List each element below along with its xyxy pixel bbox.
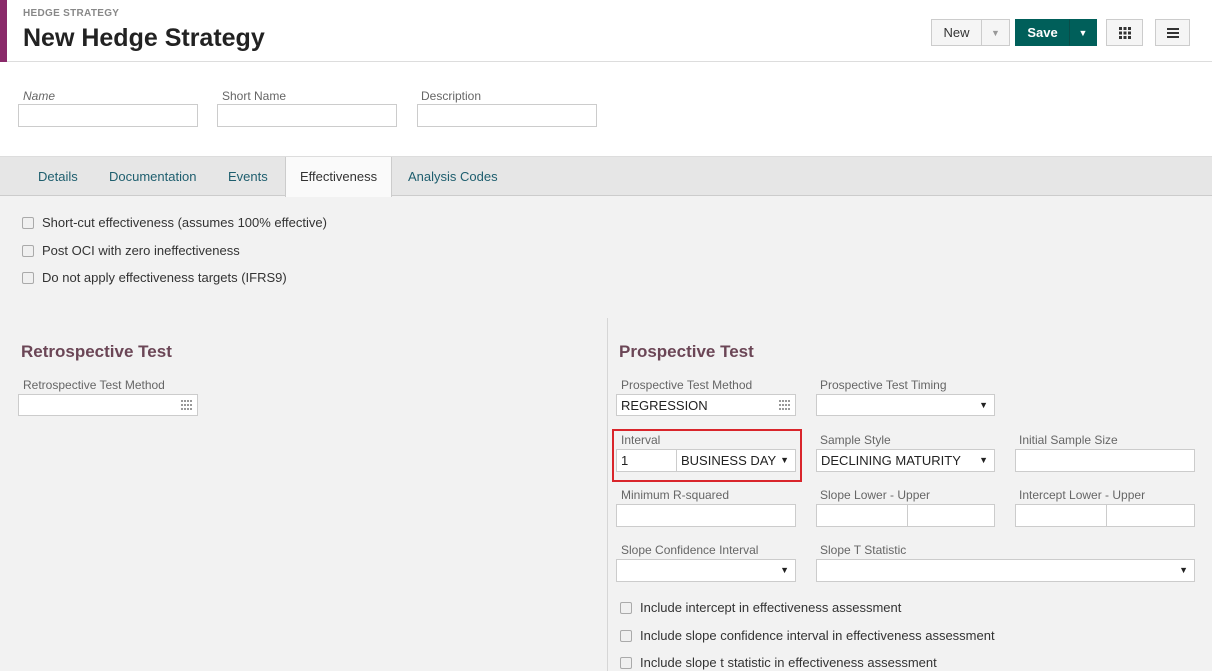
initial-sample-input[interactable] xyxy=(1015,449,1195,472)
slope-upper-input[interactable] xyxy=(907,504,995,527)
picker-value: REGRESSION xyxy=(621,397,708,413)
caret-down-icon: ▼ xyxy=(991,27,1000,38)
checkbox-label: Short-cut effectiveness (assumes 100% ef… xyxy=(42,215,327,230)
page-title: New Hedge Strategy xyxy=(23,24,265,52)
prospective-method-label: Prospective Test Method xyxy=(621,378,753,392)
no-targets-option[interactable]: Do not apply effectiveness targets (IFRS… xyxy=(22,270,287,285)
save-dropdown-button[interactable]: ▼ xyxy=(1069,19,1097,46)
tab-documentation[interactable]: Documentation xyxy=(109,157,196,197)
breadcrumb: HEDGE STRATEGY xyxy=(23,8,120,19)
page-header: HEDGE STRATEGY New Hedge Strategy New ▼ … xyxy=(0,0,1212,62)
dropdown-arrow-icon: ▼ xyxy=(1179,565,1188,575)
shortcut-effectiveness-option[interactable]: Short-cut effectiveness (assumes 100% ef… xyxy=(22,215,327,230)
hamburger-icon xyxy=(1166,27,1179,38)
intercept-upper-input[interactable] xyxy=(1106,504,1195,527)
checkbox-label: Post OCI with zero ineffectiveness xyxy=(42,243,240,258)
checkbox[interactable] xyxy=(620,629,632,642)
include-slope-ci-option[interactable]: Include slope confidence interval in eff… xyxy=(620,628,995,643)
grid-icon xyxy=(1118,26,1131,39)
include-intercept-option[interactable]: Include intercept in effectiveness asses… xyxy=(620,600,901,615)
checkbox[interactable] xyxy=(22,244,34,257)
short-name-label: Short Name xyxy=(222,89,287,103)
slope-t-select[interactable]: ▼ xyxy=(816,559,1195,582)
slope-ci-label: Slope Confidence Interval xyxy=(621,543,759,557)
menu-button[interactable] xyxy=(1155,19,1190,46)
tab-effectiveness[interactable]: Effectiveness xyxy=(285,157,393,197)
prospective-timing-select[interactable]: ▼ xyxy=(816,394,995,416)
checkbox-label: Include slope t statistic in effectivene… xyxy=(640,655,937,670)
new-button[interactable]: New xyxy=(931,19,981,46)
intercept-lower-input[interactable] xyxy=(1015,504,1107,527)
include-slope-t-option[interactable]: Include slope t statistic in effectivene… xyxy=(620,655,937,670)
sample-style-label: Sample Style xyxy=(820,433,891,447)
retrospective-title: Retrospective Test xyxy=(21,342,172,361)
initial-sample-label: Initial Sample Size xyxy=(1019,433,1118,447)
tab-events[interactable]: Events xyxy=(228,157,268,197)
new-dropdown-button[interactable]: ▼ xyxy=(981,19,1010,46)
min-r2-input[interactable] xyxy=(616,504,796,527)
checkbox-label: Include intercept in effectiveness asses… xyxy=(640,600,902,615)
checkbox[interactable] xyxy=(620,656,632,669)
grid-picker-icon[interactable] xyxy=(181,400,193,411)
dropdown-arrow-icon: ▼ xyxy=(979,455,988,465)
checkbox[interactable] xyxy=(22,216,34,229)
checkbox-label: Include slope confidence interval in eff… xyxy=(640,628,995,643)
dropdown-arrow-icon: ▼ xyxy=(979,400,988,410)
general-fields: Name Short Name Description xyxy=(0,62,1212,156)
accent-bar xyxy=(0,0,7,62)
prospective-title: Prospective Test xyxy=(619,342,754,361)
slope-t-label: Slope T Statistic xyxy=(820,543,907,557)
prospective-timing-label: Prospective Test Timing xyxy=(820,378,947,392)
grid-picker-icon[interactable] xyxy=(779,400,791,411)
sample-style-select[interactable]: DECLINING MATURITY ▼ xyxy=(816,449,995,472)
tab-details[interactable]: Details xyxy=(38,157,78,197)
column-divider xyxy=(607,318,608,671)
name-input[interactable] xyxy=(18,104,198,127)
description-label: Description xyxy=(421,89,482,103)
checkbox[interactable] xyxy=(620,601,632,614)
save-button[interactable]: Save xyxy=(1015,19,1070,46)
select-value: DECLINING MATURITY xyxy=(821,453,961,468)
slope-range-label: Slope Lower - Upper xyxy=(820,488,931,502)
name-label: Name xyxy=(23,89,56,103)
prospective-method-picker[interactable]: REGRESSION xyxy=(616,394,796,416)
checkbox-label: Do not apply effectiveness targets (IFRS… xyxy=(42,270,287,285)
tab-analysis-codes[interactable]: Analysis Codes xyxy=(408,157,498,197)
post-oci-option[interactable]: Post OCI with zero ineffectiveness xyxy=(22,243,240,258)
retrospective-method-label: Retrospective Test Method xyxy=(23,378,165,392)
description-input[interactable] xyxy=(417,104,597,127)
dropdown-arrow-icon: ▼ xyxy=(780,565,789,575)
caret-down-icon: ▼ xyxy=(1078,27,1088,38)
checkbox[interactable] xyxy=(22,271,34,284)
retrospective-method-picker[interactable] xyxy=(18,394,198,416)
min-r2-label: Minimum R-squared xyxy=(621,488,730,502)
slope-ci-select[interactable]: ▼ xyxy=(616,559,796,582)
slope-lower-input[interactable] xyxy=(816,504,908,527)
grid-view-button[interactable] xyxy=(1106,19,1143,46)
intercept-range-label: Intercept Lower - Upper xyxy=(1019,488,1146,502)
tab-bar: Details Documentation Events Effectivene… xyxy=(0,156,1212,197)
highlight-box xyxy=(612,429,802,482)
short-name-input[interactable] xyxy=(217,104,397,127)
